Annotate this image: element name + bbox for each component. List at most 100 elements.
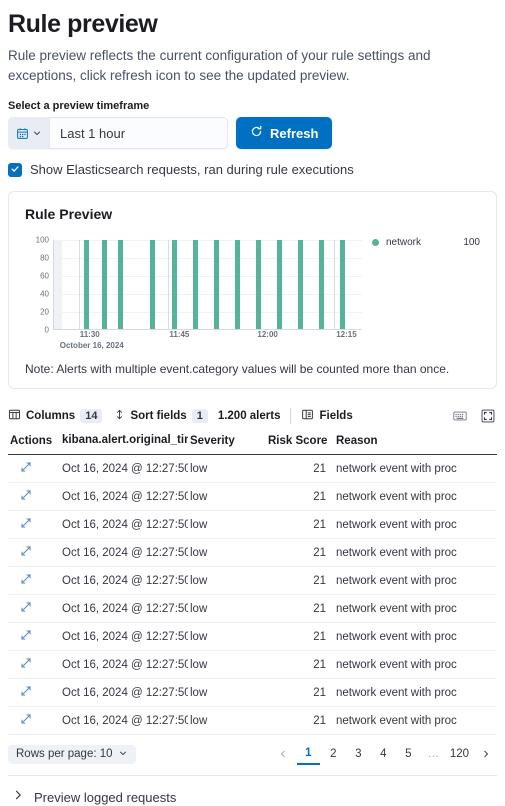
chart-bar[interactable] <box>340 240 346 329</box>
expand-arrows-icon[interactable] <box>20 657 32 672</box>
chart-bar[interactable] <box>276 240 282 329</box>
cell-time: Oct 16, 2024 @ 12:27:50.002 <box>60 538 188 567</box>
rows-per-page-button[interactable]: Rows per page: 10 <box>8 744 136 764</box>
table-row[interactable]: Oct 16, 2024 @ 12:27:50.002low21network … <box>8 482 497 511</box>
chart-bar[interactable] <box>234 240 240 329</box>
column-header-time-label: kibana.alert.original_time <box>62 434 188 446</box>
pagination-page-4[interactable]: 4 <box>372 744 395 764</box>
table-columns-icon <box>8 408 21 424</box>
table-row[interactable]: Oct 16, 2024 @ 12:27:50.002low21network … <box>8 538 497 567</box>
pagination-page-1[interactable]: 1 <box>296 743 320 765</box>
pagination-page-5[interactable]: 5 <box>397 744 420 764</box>
expand-arrows-icon[interactable] <box>20 489 32 504</box>
cell-time: Oct 16, 2024 @ 12:27:50.002 <box>60 594 188 623</box>
row-actions-cell <box>8 510 60 539</box>
columns-count-badge: 14 <box>80 409 103 423</box>
expand-arrows-icon[interactable] <box>20 545 32 560</box>
timeframe-label: Select a preview timeframe <box>8 100 150 112</box>
pagination-page-120[interactable]: 120 <box>447 744 472 764</box>
column-header-reason[interactable]: Reason <box>334 429 497 455</box>
chart-note: Note: Alerts with multiple event.categor… <box>25 362 450 376</box>
columns-button[interactable]: Columns 14 <box>8 405 108 427</box>
refresh-button[interactable]: Refresh <box>236 117 333 149</box>
table-row[interactable]: Oct 16, 2024 @ 12:27:50.002low21network … <box>8 566 497 595</box>
chart-bar[interactable] <box>255 240 261 329</box>
chart-bar[interactable] <box>101 240 107 329</box>
chevron-down-icon <box>118 748 128 761</box>
table-row[interactable]: Oct 16, 2024 @ 12:27:50.002low21network … <box>8 510 497 539</box>
show-requests-checkbox[interactable] <box>8 162 22 177</box>
sort-fields-button[interactable]: Sort fields 1 <box>108 405 213 427</box>
pagination-page-3[interactable]: 3 <box>347 744 370 764</box>
cell-risk: 21 <box>266 622 334 651</box>
preview-logged-requests-accordion[interactable]: Preview logged requests <box>8 776 497 806</box>
cell-reason: network event with proc <box>334 622 497 651</box>
expand-arrows-icon[interactable] <box>20 461 32 476</box>
column-header-risk-score[interactable]: Risk Score <box>266 429 334 455</box>
column-header-time[interactable]: kibana.alert.original_time <box>60 429 188 455</box>
table-row[interactable]: Oct 16, 2024 @ 12:27:50.002low21network … <box>8 594 497 623</box>
table-row[interactable]: Oct 16, 2024 @ 12:27:50.002low21network … <box>8 678 497 707</box>
expand-arrows-icon[interactable] <box>20 629 32 644</box>
cell-time: Oct 16, 2024 @ 12:27:50.002 <box>60 482 188 511</box>
chart-bar[interactable] <box>171 240 177 329</box>
fullscreen-icon[interactable] <box>479 408 497 424</box>
table-row[interactable]: Oct 16, 2024 @ 12:27:50.002low21network … <box>8 706 497 735</box>
chart-date-label: October 16, 2024 <box>59 341 124 350</box>
keyboard-icon[interactable] <box>451 408 469 424</box>
show-requests-label[interactable]: Show Elasticsearch requests, ran during … <box>30 162 354 177</box>
chart-gridline <box>54 258 362 259</box>
cell-severity: low <box>188 622 266 651</box>
show-requests-row[interactable]: Show Elasticsearch requests, ran during … <box>8 162 497 177</box>
chart-bar[interactable] <box>319 240 324 329</box>
cell-time: Oct 16, 2024 @ 12:27:50.002 <box>60 566 188 595</box>
rows-per-page-label: Rows per page: 10 <box>16 748 113 760</box>
alerts-table: Actions kibana.alert.original_time Sever… <box>8 429 497 735</box>
chart-bar[interactable] <box>192 240 198 329</box>
legend-item-network[interactable]: network 100 <box>372 237 480 248</box>
fields-button[interactable]: Fields <box>301 405 358 427</box>
quick-select-button[interactable] <box>8 117 50 149</box>
expand-arrows-icon[interactable] <box>20 713 32 728</box>
expand-arrows-icon[interactable] <box>20 601 32 616</box>
expand-arrows-icon[interactable] <box>20 517 32 532</box>
chart-bar[interactable] <box>213 240 219 329</box>
column-header-actions[interactable]: Actions <box>8 429 60 455</box>
table-row[interactable]: Oct 16, 2024 @ 12:27:50.002low21network … <box>8 650 497 679</box>
cell-risk: 21 <box>266 706 334 735</box>
row-actions-cell <box>8 678 60 707</box>
cell-reason: network event with proc <box>334 650 497 679</box>
chevron-down-icon <box>32 128 42 138</box>
column-header-severity[interactable]: Severity <box>188 429 266 455</box>
cell-risk: 21 <box>266 678 334 707</box>
chart-bar[interactable] <box>150 240 156 329</box>
pagination-page-2[interactable]: 2 <box>322 744 345 764</box>
expand-arrows-icon[interactable] <box>20 685 32 700</box>
cell-time: Oct 16, 2024 @ 12:27:50.002 <box>60 650 188 679</box>
chart-plot-area: 0 20 40 60 80 100 11:30 11:45 12:00 12:15 October… <box>25 236 362 350</box>
cell-severity: low <box>188 706 266 735</box>
timeframe-value[interactable]: Last 1 hour <box>50 117 228 149</box>
table-row[interactable]: Oct 16, 2024 @ 12:27:50.002low21network … <box>8 454 497 483</box>
chevron-left-icon[interactable] <box>272 744 295 764</box>
preview-logged-requests-label: Preview logged requests <box>34 789 177 805</box>
row-actions-cell <box>8 566 60 595</box>
timeframe-datepicker[interactable]: Last 1 hour <box>8 117 228 149</box>
table-row[interactable]: Oct 16, 2024 @ 12:27:50.002low21network … <box>8 622 497 651</box>
legend-series-name: network <box>386 237 422 248</box>
chart-bar[interactable] <box>118 240 124 329</box>
cell-reason: network event with proc <box>334 706 497 735</box>
cell-time: Oct 16, 2024 @ 12:27:50.002 <box>60 678 188 707</box>
chart-bar[interactable] <box>83 240 89 329</box>
chart-bar[interactable] <box>297 240 303 329</box>
chart-y-tick: 20 <box>40 307 49 317</box>
chevron-right-icon[interactable] <box>474 744 497 764</box>
row-actions-cell <box>8 454 60 483</box>
chart-y-axis: 0 20 40 60 80 100 <box>25 236 53 348</box>
pagination-ellipsis: … <box>427 748 440 760</box>
cell-time: Oct 16, 2024 @ 12:27:50.002 <box>60 454 188 483</box>
chart-x-tick: 11:45 <box>169 330 190 339</box>
cell-severity: low <box>188 594 266 623</box>
alerts-count: 1.200 alerts <box>217 410 281 422</box>
expand-arrows-icon[interactable] <box>20 573 32 588</box>
